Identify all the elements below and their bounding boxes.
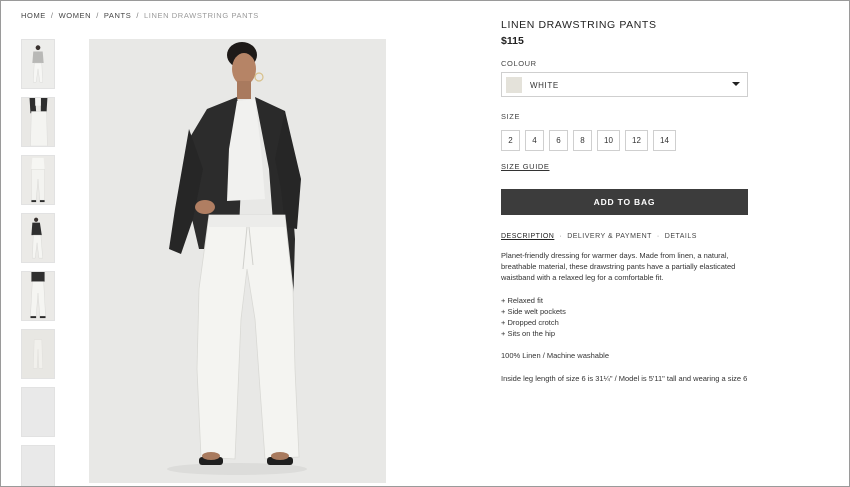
size-option-8[interactable]: 8 <box>573 130 592 151</box>
size-option-10[interactable]: 10 <box>597 130 620 151</box>
colour-label: COLOUR <box>501 59 537 68</box>
thumbnail-5[interactable] <box>21 271 55 321</box>
feature-list: + Relaxed fit + Side welt pockets + Drop… <box>501 295 751 340</box>
colour-value: WHITE <box>530 81 559 90</box>
breadcrumb: HOME / WOMEN / PANTS / LINEN DRAWSTRING PANTS <box>21 11 259 20</box>
size-option-12[interactable]: 12 <box>625 130 648 151</box>
size-option-14[interactable]: 14 <box>653 130 676 151</box>
product-info: LINEN DRAWSTRING PANTS $115 COLOUR WHITE… <box>501 19 751 383</box>
feature-item: + Sits on the hip <box>501 329 555 339</box>
thumbnail-2[interactable] <box>21 97 55 147</box>
breadcrumb-current: LINEN DRAWSTRING PANTS <box>144 11 259 20</box>
size-options: 2 4 6 8 10 12 14 <box>501 130 681 151</box>
product-title: LINEN DRAWSTRING PANTS <box>501 19 657 31</box>
size-option-4[interactable]: 4 <box>525 130 544 151</box>
feature-item: + Relaxed fit <box>501 295 543 305</box>
size-option-6[interactable]: 6 <box>549 130 568 151</box>
thumbnail-7[interactable] <box>21 387 55 437</box>
chevron-down-icon <box>732 82 740 86</box>
main-product-image[interactable] <box>89 39 386 483</box>
tab-delivery-payment[interactable]: DELIVERY & PAYMENT <box>567 233 652 240</box>
breadcrumb-separator: / <box>96 11 99 20</box>
thumbnail-1[interactable] <box>21 39 55 89</box>
size-option-2[interactable]: 2 <box>501 130 520 151</box>
size-guide-link[interactable]: SIZE GUIDE <box>501 162 550 171</box>
tab-description[interactable]: DESCRIPTION <box>501 233 554 240</box>
info-tabs: DESCRIPTION · DELIVERY & PAYMENT · DETAILS <box>501 233 697 240</box>
thumbnail-6[interactable] <box>21 329 55 379</box>
breadcrumb-separator: / <box>136 11 140 20</box>
thumbnail-3[interactable] <box>21 155 55 205</box>
add-to-bag-button[interactable]: ADD TO BAG <box>501 189 748 215</box>
breadcrumb-women[interactable]: WOMEN <box>59 11 92 20</box>
fit-note: Inside leg length of size 6 is 31¼" / Mo… <box>501 373 748 383</box>
thumbnail-4[interactable] <box>21 213 55 263</box>
feature-item: + Side welt pockets <box>501 306 566 316</box>
thumbnail-8[interactable] <box>21 445 55 486</box>
composition-text: 100% Linen / Machine washable <box>501 351 609 361</box>
colour-select[interactable]: WHITE <box>501 72 748 97</box>
description-panel: Planet-friendly dressing for warmer days… <box>501 250 751 395</box>
tab-separator: · <box>656 233 660 240</box>
breadcrumb-home[interactable]: HOME <box>21 11 46 20</box>
product-price: $115 <box>501 35 524 47</box>
tab-details[interactable]: DETAILS <box>665 233 697 240</box>
description-intro: Planet-friendly dressing for warmer days… <box>501 251 736 283</box>
thumbnail-gallery <box>21 39 55 486</box>
breadcrumb-pants[interactable]: PANTS <box>104 11 131 20</box>
feature-item: + Dropped crotch <box>501 318 559 328</box>
size-label: SIZE <box>501 112 521 121</box>
tab-separator: · <box>559 233 563 240</box>
breadcrumb-separator: / <box>50 11 54 20</box>
product-page: HOME / WOMEN / PANTS / LINEN DRAWSTRING PANTS <box>0 0 850 487</box>
colour-swatch <box>506 77 522 93</box>
